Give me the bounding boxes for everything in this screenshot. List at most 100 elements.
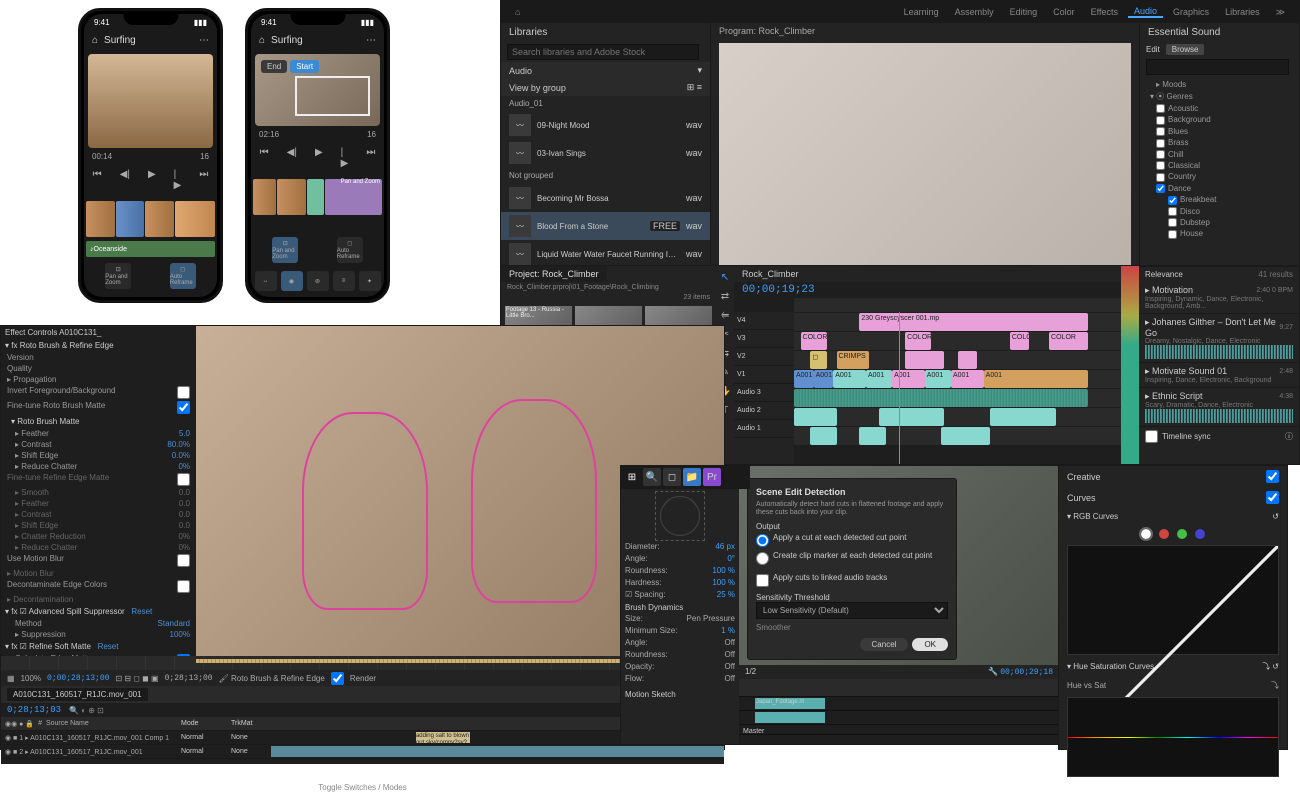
home-icon[interactable]: ⌂ <box>92 35 98 46</box>
es-result[interactable]: ▸ Johanes Gilther – Don't Let Me Go9:27 … <box>1139 314 1299 363</box>
libraries-search[interactable] <box>507 44 699 60</box>
toggle-switches-button[interactable]: Toggle Switches / Modes <box>1 781 724 794</box>
overflow-icon[interactable]: ≫ <box>1270 7 1291 18</box>
rgb-curve-editor[interactable] <box>1067 545 1279 655</box>
ws-audio[interactable]: Audio <box>1128 6 1163 18</box>
playhead[interactable] <box>899 312 900 464</box>
tab-motion[interactable]: ◉ <box>281 271 303 291</box>
track-header[interactable]: V4 <box>734 312 794 330</box>
tab-tracking[interactable]: ⊚ <box>307 271 329 291</box>
play-icon[interactable]: ▶ <box>144 167 160 193</box>
library-item[interactable]: 〰Liquid Water Water Faucet Running In Pu… <box>501 240 710 268</box>
home-icon[interactable]: ⌂ <box>509 7 526 17</box>
render-checkbox[interactable] <box>331 672 344 685</box>
es-result[interactable]: ▸ Ethnic Script4:38 Scary, Dramatic, Dan… <box>1139 388 1299 427</box>
es-tab-browse[interactable]: Browse <box>1166 44 1205 55</box>
resolution-dropdown[interactable]: 1/2 <box>745 667 756 677</box>
ws-color[interactable]: Color <box>1047 7 1081 17</box>
motion-sketch-tab[interactable]: Motion Sketch <box>625 690 735 699</box>
time-ruler[interactable] <box>794 298 1121 312</box>
ws-graphics[interactable]: Graphics <box>1167 7 1215 17</box>
es-result[interactable]: ▸ Motivate Sound 012:48 Inspiring, Dance… <box>1139 363 1299 388</box>
library-item[interactable]: 〰Becoming Mr Bossawav <box>501 184 710 212</box>
track-select-tool-icon[interactable]: ⇄ <box>717 289 733 304</box>
first-frame-icon[interactable]: ⏮ <box>89 167 106 193</box>
timecode[interactable]: 00;00;29;18 <box>1000 668 1053 677</box>
rgb-channel-selector[interactable] <box>1059 525 1287 543</box>
sensitivity-dropdown[interactable]: Low Sensitivity (Default) <box>756 602 948 619</box>
es-search[interactable] <box>1146 59 1289 75</box>
layer-time-ruler[interactable] <box>1 656 724 670</box>
start-icon[interactable]: ⊞ <box>623 468 641 486</box>
tree-genres[interactable]: ▾ ⦿ Genres <box>1144 90 1295 103</box>
view-by-group[interactable]: View by group⊞ ≡ <box>501 79 710 96</box>
tree-moods[interactable]: ▸ Moods <box>1144 79 1295 90</box>
ws-editing[interactable]: Editing <box>1004 7 1044 17</box>
mini-timeline[interactable]: Japan_Footage.m Master <box>739 679 1059 744</box>
start-handle[interactable]: Start <box>290 60 319 73</box>
roto-outline <box>471 399 598 604</box>
linked-audio-checkbox[interactable] <box>756 574 769 587</box>
tab-presets[interactable]: ✦ <box>359 271 381 291</box>
es-tab-edit[interactable]: Edit <box>1146 45 1160 54</box>
tab-transitions[interactable]: ↔ <box>255 271 277 291</box>
phone-mockup-2: 9:41▮▮▮ ⌂ Surfing ⋯ End Start 02:1616 ⏮◀… <box>245 8 390 303</box>
ok-button[interactable]: OK <box>912 638 948 651</box>
tool-panzoom[interactable]: ⊡Pan and Zoom <box>272 237 298 263</box>
premiere-taskbar-icon[interactable]: Pr <box>703 468 721 486</box>
project-tab[interactable]: Project: Rock_Climber <box>501 266 607 282</box>
tree-genre-item[interactable]: Acoustic <box>1144 103 1295 114</box>
tool-panzoom[interactable]: ⊡Pan and Zoom <box>105 263 131 289</box>
phone-timeline[interactable] <box>84 199 217 239</box>
info-icon[interactable]: ⓘ <box>1285 431 1293 442</box>
windows-taskbar: ⊞ 🔍 ◻ 📁 Pr <box>620 465 750 489</box>
step-back-icon[interactable]: ◀| <box>116 167 134 193</box>
ws-libraries[interactable]: Libraries <box>1219 7 1266 17</box>
hue-sat-curve-editor[interactable] <box>1067 697 1279 777</box>
comp-tab[interactable]: A010C131_160517_R1JC.mov_001 <box>7 688 148 701</box>
library-item[interactable]: 〰Blood From a StoneFREEwav <box>501 212 710 240</box>
tool-autoreframe[interactable]: ◻Auto Reframe <box>337 237 363 263</box>
crop-frame[interactable] <box>295 76 370 116</box>
timeline-sync-checkbox[interactable] <box>1145 430 1158 443</box>
phone-title: Surfing <box>104 35 136 46</box>
library-item[interactable]: 〰03-Ivan Singswav <box>501 139 710 167</box>
explorer-icon[interactable]: 📁 <box>683 468 701 486</box>
opt-apply-cut[interactable] <box>756 534 769 547</box>
selection-tool-icon[interactable]: ↖ <box>717 270 733 285</box>
alpha-icon[interactable]: ▦ <box>7 674 15 683</box>
task-view-icon[interactable]: ◻ <box>663 468 681 486</box>
more-icon[interactable]: ⋯ <box>366 35 376 46</box>
ws-learning[interactable]: Learning <box>898 7 945 17</box>
timeline-tracks[interactable]: 230 Greyscyscer 001.mp COLOR COLOR COLOR… <box>794 312 1121 464</box>
home-icon[interactable]: ⌂ <box>259 35 265 46</box>
ae-layer-row[interactable]: ◉ ■ 2 ▸ A010C131_160517_R1JC.mov_001 Nor… <box>1 745 724 759</box>
reset-button[interactable]: Reset <box>131 607 152 616</box>
reset-button[interactable]: Reset <box>98 642 119 651</box>
workspace-bar: ⌂ Learning Assembly Editing Color Effect… <box>501 1 1299 23</box>
es-result[interactable]: ▸ Motivation2:40 0 BPM Inspiring, Dynami… <box>1139 282 1299 314</box>
opt-create-marker[interactable] <box>756 552 769 565</box>
phone-audio-clip[interactable]: ♪ Oceanside <box>86 241 215 257</box>
tool-autoreframe[interactable]: ◻Auto Reframe <box>170 263 196 289</box>
search-taskbar-icon[interactable]: 🔍 <box>643 468 661 486</box>
ae-timecode[interactable]: 0;28;13;03 <box>7 705 61 715</box>
more-icon[interactable]: ⋯ <box>199 35 209 46</box>
step-fwd-icon[interactable]: |▶ <box>170 167 186 193</box>
ws-effects[interactable]: Effects <box>1085 7 1124 17</box>
tab-adjust[interactable]: ≡ <box>333 271 355 291</box>
libraries-dropdown[interactable]: Audio▾ <box>501 62 710 79</box>
zoom-dropdown[interactable]: 100% <box>21 674 41 683</box>
library-item[interactable]: 〰09-Night Moodwav <box>501 111 710 139</box>
last-frame-icon[interactable]: ⏭ <box>195 167 212 193</box>
invert-checkbox[interactable] <box>177 386 190 399</box>
reset-icon[interactable]: ↺ <box>1272 512 1279 521</box>
timeline-panel: Rock_Climber 00;00;19;23 V4 V3 V2 V1 Aud… <box>734 266 1121 464</box>
cancel-button[interactable]: Cancel <box>860 638 909 651</box>
timeline-timecode[interactable]: 00;00;19;23 <box>742 284 815 296</box>
ripple-tool-icon[interactable]: ⥢ <box>717 308 733 323</box>
ws-assembly[interactable]: Assembly <box>949 7 1000 17</box>
end-handle[interactable]: End <box>261 60 287 73</box>
viewer-footer: ▦ 100% 0;00;28;13;00 ⊡ ⊟ ◻ ◼ ▣ 0;28;13;0… <box>1 670 724 686</box>
ae-layer-row[interactable]: ◉ ■ 1 ▸ A010C131_160517_R1JC.mov_001 Com… <box>1 731 724 745</box>
